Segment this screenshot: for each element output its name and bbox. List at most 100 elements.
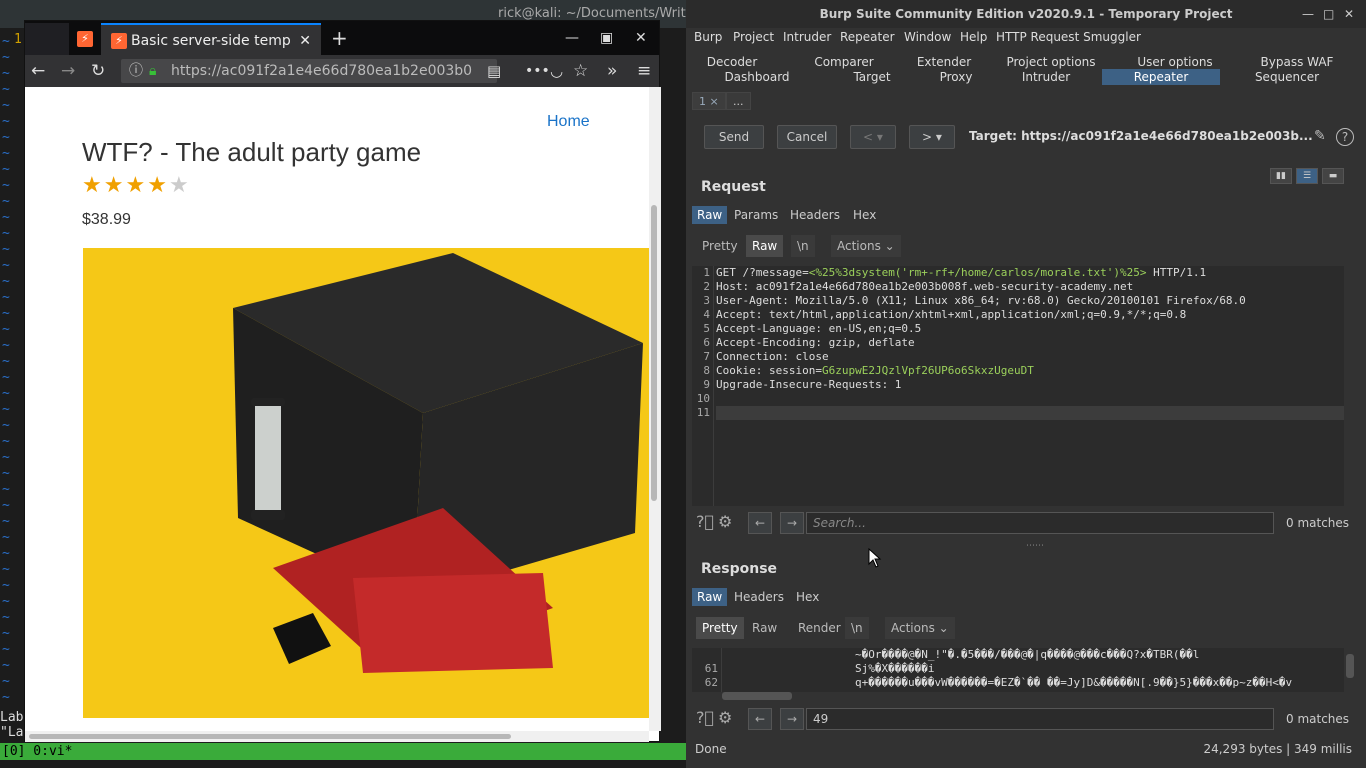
menu-project[interactable]: Project [733,30,774,44]
settings-gear-icon[interactable]: ⚙ [718,708,732,727]
request-code[interactable]: GET /?message=<%25%3dsystem('rm+-rf+/hom… [716,266,1344,420]
browser-tab-blank[interactable] [25,23,69,55]
response-view-newline[interactable]: \n [845,617,869,639]
request-tab-params[interactable]: Params [729,206,783,224]
search-next-button[interactable]: → [780,512,804,534]
panel-splitter[interactable]: ⋯⋯ [1026,541,1044,551]
tab-repeater[interactable]: Repeater [1102,69,1220,85]
menu-window[interactable]: Window [904,30,951,44]
reader-view-icon[interactable]: ▤ [487,55,501,87]
help-icon[interactable]: ?⃝ [696,708,714,727]
browser-tab-pinned[interactable]: ⚡ [69,23,101,55]
overflow-menu-icon[interactable]: » [607,55,617,87]
response-tab-hex[interactable]: Hex [791,588,824,606]
request-line[interactable]: Accept: text/html,application/xhtml+xml,… [716,308,1344,322]
request-view-newline[interactable]: \n [791,235,815,257]
menu-intruder[interactable]: Intruder [783,30,831,44]
layout-tabs-icon[interactable]: ▬ [1322,168,1344,184]
lock-icon[interactable]: 🔒︎ [149,59,156,83]
request-tab-raw[interactable]: Raw [692,206,728,224]
maximize-icon[interactable]: ▣ [600,25,613,51]
response-line[interactable]: Sj%�X������i [855,662,1292,676]
request-view-pretty[interactable]: Pretty [696,235,744,257]
send-button[interactable]: Send [704,125,764,149]
close-window-icon[interactable]: ✕ [635,25,647,51]
close-window-icon[interactable]: ✕ [1344,0,1354,28]
response-view-pretty[interactable]: Pretty [696,617,744,639]
reload-icon[interactable]: ↻ [91,55,105,87]
response-actions-dropdown[interactable]: Actions ⌄ [885,617,955,639]
page-horizontal-scrollbar[interactable] [25,731,649,742]
repeater-tab-1[interactable]: 1 × [692,92,726,110]
tab-target[interactable]: Target [822,69,922,85]
request-line[interactable]: Cookie: session=G6zupwE2JQzlVpf26UP6o6Sk… [716,364,1344,378]
tab-proxy[interactable]: Proxy [922,69,990,85]
info-icon[interactable]: ⓘ [129,59,143,83]
request-line[interactable]: Upgrade-Insecure-Requests: 1 [716,378,1344,392]
layout-side-by-side-icon[interactable]: ▮▮ [1270,168,1292,184]
forward-icon[interactable]: → [61,55,75,87]
search-next-button[interactable]: → [780,708,804,730]
search-prev-button[interactable]: ← [748,512,772,534]
prev-request-button[interactable]: < ▾ [850,125,896,149]
response-tab-headers[interactable]: Headers [729,588,789,606]
response-editor[interactable]: 61 62 ~�Or����@�N_!"�.�5���/���@�|q����@�… [692,648,1344,692]
response-line[interactable]: ~�Or����@�N_!"�.�5���/���@�|q����@���c��… [855,648,1292,662]
browser-tab-active[interactable]: ⚡ Basic server-side templa ✕ [101,23,321,55]
close-tab-icon[interactable]: ✕ [299,25,311,57]
help-icon[interactable]: ?⃝ [696,512,714,531]
settings-gear-icon[interactable]: ⚙ [718,512,732,531]
menu-http-request-smuggler[interactable]: HTTP Request Smuggler [996,30,1141,44]
bookmark-star-icon[interactable]: ☆ [573,55,588,87]
minimize-icon[interactable]: — [565,25,579,51]
request-view-raw[interactable]: Raw [746,235,784,257]
tab-bypass-waf[interactable]: Bypass WAF [1234,54,1360,70]
request-tab-headers[interactable]: Headers [785,206,845,224]
response-code[interactable]: ~�Or����@�N_!"�.�5���/���@�|q����@���c��… [855,648,1292,690]
menu-help[interactable]: Help [960,30,987,44]
tab-extender[interactable]: Extender [892,54,996,70]
response-search-input[interactable]: 49 [806,708,1274,730]
request-search-input[interactable]: Search... [806,512,1274,534]
request-line[interactable]: GET /?message=<%25%3dsystem('rm+-rf+/hom… [716,266,1344,280]
request-line[interactable]: Accept-Language: en-US,en;q=0.5 [716,322,1344,336]
tab-project-options[interactable]: Project options [986,54,1116,70]
request-tab-hex[interactable]: Hex [848,206,881,224]
tab-user-options[interactable]: User options [1116,54,1234,70]
request-line[interactable]: Host: ac091f2a1e4e66d780ea1b2e003b008f.w… [716,280,1344,294]
request-line[interactable] [716,392,1344,406]
page-vertical-scrollbar[interactable] [649,87,661,731]
menu-repeater[interactable]: Repeater [840,30,895,44]
tab-comparer[interactable]: Comparer [796,54,892,70]
search-prev-button[interactable]: ← [748,708,772,730]
request-line[interactable] [716,406,1344,420]
menu-burp[interactable]: Burp [694,30,722,44]
home-link[interactable]: Home [547,113,590,131]
help-icon[interactable]: ? [1336,128,1354,146]
url-bar[interactable]: ⓘ 🔒︎ https://ac091f2a1e4e66d780ea1b2e003… [121,59,497,83]
maximize-icon[interactable]: □ [1323,0,1334,28]
layout-stacked-icon[interactable]: ☰ [1296,168,1318,184]
tab-decoder[interactable]: Decoder [692,54,772,70]
request-editor[interactable]: 1 2 3 4 5 6 7 8 9 10 11 GET /?message=<%25%3dsyste… [692,266,1344,506]
response-horizontal-scrollbar[interactable] [722,692,792,700]
page-actions-icon[interactable]: ••• [525,55,550,87]
edit-target-icon[interactable]: ✎ [1314,128,1326,144]
cancel-button[interactable]: Cancel [777,125,837,149]
tab-sequencer[interactable]: Sequencer [1220,69,1354,85]
request-line[interactable]: Accept-Encoding: gzip, deflate [716,336,1344,350]
minimize-icon[interactable]: — [1302,0,1314,28]
response-line[interactable]: q+������u���vW������=�EZ�`�� ��=Jy]D&���… [855,676,1292,690]
hamburger-menu-icon[interactable]: ≡ [637,55,651,87]
tab-intruder[interactable]: Intruder [990,69,1102,85]
tab-dashboard[interactable]: Dashboard [692,69,822,85]
response-view-raw[interactable]: Raw [746,617,783,639]
next-request-button[interactable]: > ▾ [909,125,955,149]
request-line[interactable]: Connection: close [716,350,1344,364]
repeater-tab-new[interactable]: ... [726,92,751,110]
request-line[interactable]: User-Agent: Mozilla/5.0 (X11; Linux x86_… [716,294,1344,308]
response-view-render[interactable]: Render [792,617,847,639]
back-icon[interactable]: ← [31,55,45,87]
pocket-icon[interactable]: ◡ [550,55,563,87]
request-actions-dropdown[interactable]: Actions ⌄ [831,235,901,257]
